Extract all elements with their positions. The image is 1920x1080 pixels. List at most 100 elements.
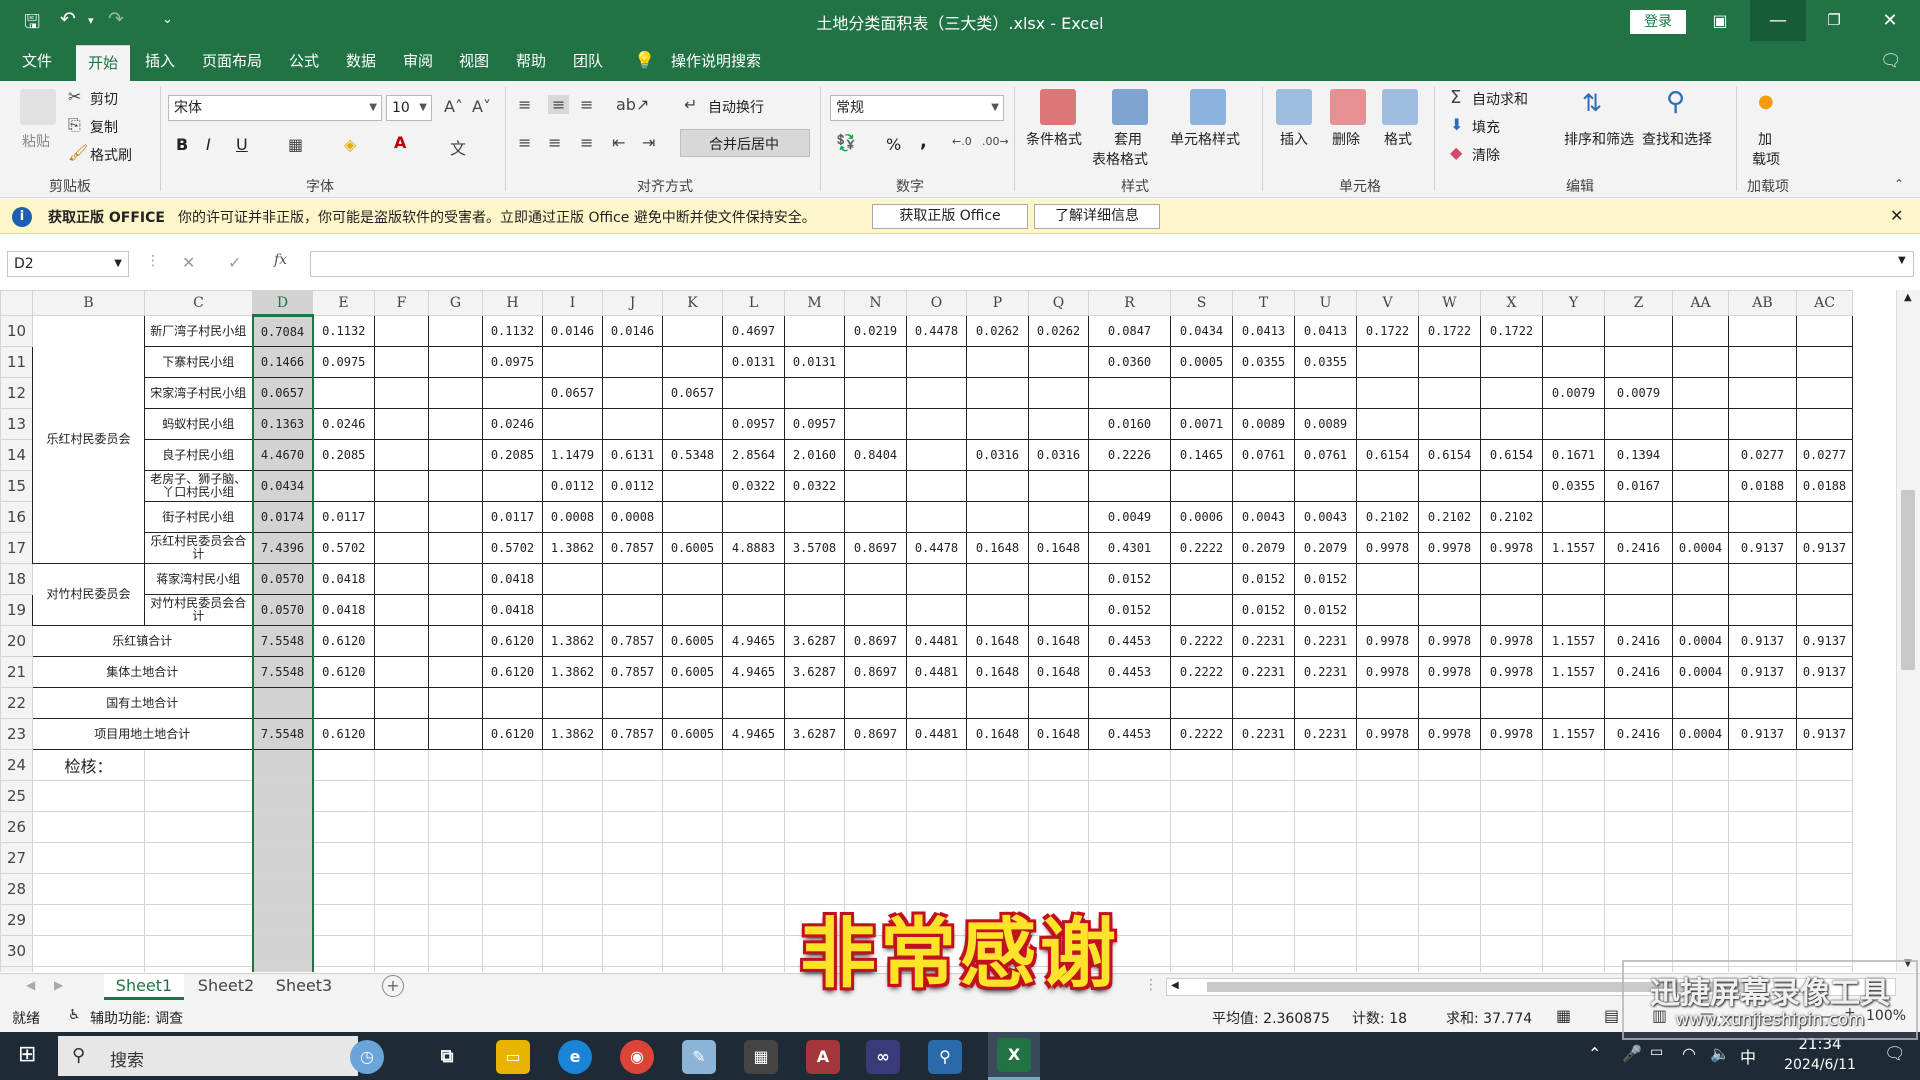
- cell-value[interactable]: [374, 532, 429, 564]
- empty-cell[interactable]: [1796, 749, 1853, 781]
- empty-cell[interactable]: [1232, 811, 1295, 843]
- cell-value[interactable]: 0.0043: [1232, 501, 1295, 533]
- merge-center-button[interactable]: 合并后居中: [680, 129, 810, 157]
- cell-value[interactable]: 0.2222: [1170, 532, 1233, 564]
- cell-value[interactable]: [1728, 687, 1797, 719]
- empty-cell[interactable]: [1418, 749, 1481, 781]
- empty-cell[interactable]: [1232, 842, 1295, 874]
- cell-value[interactable]: [374, 377, 429, 409]
- group-label[interactable]: 蚂蚁村民小组: [144, 408, 253, 440]
- cell-value[interactable]: [1796, 501, 1853, 533]
- cell-value[interactable]: 0.0117: [482, 501, 543, 533]
- cell-value[interactable]: [482, 377, 543, 409]
- empty-cell[interactable]: [32, 842, 145, 874]
- column-header-s[interactable]: S: [1170, 290, 1233, 316]
- cell-value[interactable]: 0.1466: [251, 346, 314, 378]
- cell-value[interactable]: 0.4301: [1088, 532, 1171, 564]
- cell-value[interactable]: 1.1557: [1542, 532, 1605, 564]
- empty-cell[interactable]: [482, 873, 543, 905]
- cell-value[interactable]: [784, 315, 845, 347]
- cell-value[interactable]: [428, 315, 483, 347]
- empty-cell[interactable]: [1480, 842, 1543, 874]
- cell-value[interactable]: [966, 687, 1029, 719]
- row-header[interactable]: 12: [0, 377, 33, 409]
- row-header[interactable]: 26: [0, 811, 33, 843]
- empty-cell[interactable]: [844, 842, 907, 874]
- cell-value[interactable]: 0.2231: [1294, 656, 1357, 688]
- cell-value[interactable]: 0.2102: [1356, 501, 1419, 533]
- cell-value[interactable]: 0.6005: [662, 656, 723, 688]
- row-header[interactable]: 18: [0, 563, 33, 595]
- row-header[interactable]: 14: [0, 439, 33, 471]
- empty-cell[interactable]: [482, 780, 543, 812]
- sheet-table[interactable]: B C D E F G H I J K L M N O P Q R S T U V W X Y Z AA AB AC 10 乐红村民委员…: [0, 290, 1853, 972]
- notifications-icon[interactable]: 🗨: [1884, 1044, 1906, 1064]
- empty-cell[interactable]: [542, 780, 603, 812]
- vertical-scroll-thumb[interactable]: [1901, 490, 1915, 670]
- empty-cell[interactable]: [602, 966, 663, 972]
- align-middle-icon[interactable]: ≡: [548, 95, 570, 114]
- cell-value[interactable]: [1480, 563, 1543, 595]
- cell-value[interactable]: [1480, 377, 1543, 409]
- cell-value[interactable]: [784, 501, 845, 533]
- font-name-select[interactable]: 宋体 ▼: [168, 95, 382, 121]
- cell-value[interactable]: 0.9137: [1796, 625, 1853, 657]
- cell-value[interactable]: [1542, 408, 1605, 440]
- empty-cell[interactable]: [602, 935, 663, 967]
- ribbon-display-icon[interactable]: ▣: [1692, 0, 1748, 41]
- cell-value[interactable]: [428, 408, 483, 440]
- cell-value[interactable]: 0.4697: [722, 315, 785, 347]
- cell-value[interactable]: [1796, 377, 1853, 409]
- phonetic-icon[interactable]: 文: [450, 135, 466, 159]
- cell-value[interactable]: [1728, 346, 1797, 378]
- column-header-u[interactable]: U: [1294, 290, 1357, 316]
- cell-value[interactable]: [428, 439, 483, 471]
- group-label[interactable]: 对竹村民委员会合计: [144, 594, 253, 626]
- task-view-icon[interactable]: ⧉: [430, 1040, 464, 1074]
- cell-value[interactable]: 7.5548: [251, 656, 314, 688]
- empty-cell[interactable]: [1672, 904, 1729, 936]
- align-right-icon[interactable]: ≡: [580, 133, 593, 152]
- cell-value[interactable]: 0.6120: [482, 718, 543, 750]
- cell-value[interactable]: 0.6131: [602, 439, 663, 471]
- tab-splitter-icon[interactable]: ⋮: [1144, 977, 1158, 993]
- cell-value[interactable]: [1028, 346, 1089, 378]
- cell-value[interactable]: 0.1648: [1028, 656, 1089, 688]
- column-header-f[interactable]: F: [374, 290, 429, 316]
- cell-value[interactable]: 0.4478: [906, 532, 967, 564]
- cell-value[interactable]: 0.4453: [1088, 625, 1171, 657]
- cell-value[interactable]: 0.2416: [1604, 718, 1673, 750]
- empty-cell[interactable]: [844, 780, 907, 812]
- empty-cell[interactable]: [251, 749, 314, 781]
- tell-me-search[interactable]: 操作说明搜索: [664, 41, 768, 81]
- cell-value[interactable]: 0.1648: [966, 625, 1029, 657]
- empty-cell[interactable]: [251, 842, 314, 874]
- cell-value[interactable]: 0.5348: [662, 439, 723, 471]
- empty-cell[interactable]: [374, 966, 429, 972]
- cell-value[interactable]: 0.0246: [312, 408, 375, 440]
- empty-cell[interactable]: [662, 904, 723, 936]
- bold-button[interactable]: B: [176, 135, 188, 154]
- cell-value[interactable]: [374, 563, 429, 595]
- cell-value[interactable]: [1356, 408, 1419, 440]
- empty-cell[interactable]: [428, 966, 483, 972]
- empty-cell[interactable]: [1796, 780, 1853, 812]
- cell-value[interactable]: 0.0322: [722, 470, 785, 502]
- cell-value[interactable]: 0.2102: [1480, 501, 1543, 533]
- column-header-j[interactable]: J: [602, 290, 663, 316]
- format-painter-button[interactable]: 格式刷: [90, 145, 132, 165]
- column-header-x[interactable]: X: [1480, 290, 1543, 316]
- cell-value[interactable]: [784, 594, 845, 626]
- row-header[interactable]: 16: [0, 501, 33, 533]
- cell-value[interactable]: 0.9137: [1796, 656, 1853, 688]
- empty-cell[interactable]: [784, 842, 845, 874]
- cell-value[interactable]: 0.0219: [844, 315, 907, 347]
- cell-value[interactable]: [602, 563, 663, 595]
- empty-cell[interactable]: [1418, 811, 1481, 843]
- cell-value[interactable]: [784, 687, 845, 719]
- empty-cell[interactable]: [1542, 749, 1605, 781]
- cell-value[interactable]: [784, 563, 845, 595]
- empty-cell[interactable]: [1480, 780, 1543, 812]
- empty-cell[interactable]: [312, 749, 375, 781]
- empty-cell[interactable]: [906, 780, 967, 812]
